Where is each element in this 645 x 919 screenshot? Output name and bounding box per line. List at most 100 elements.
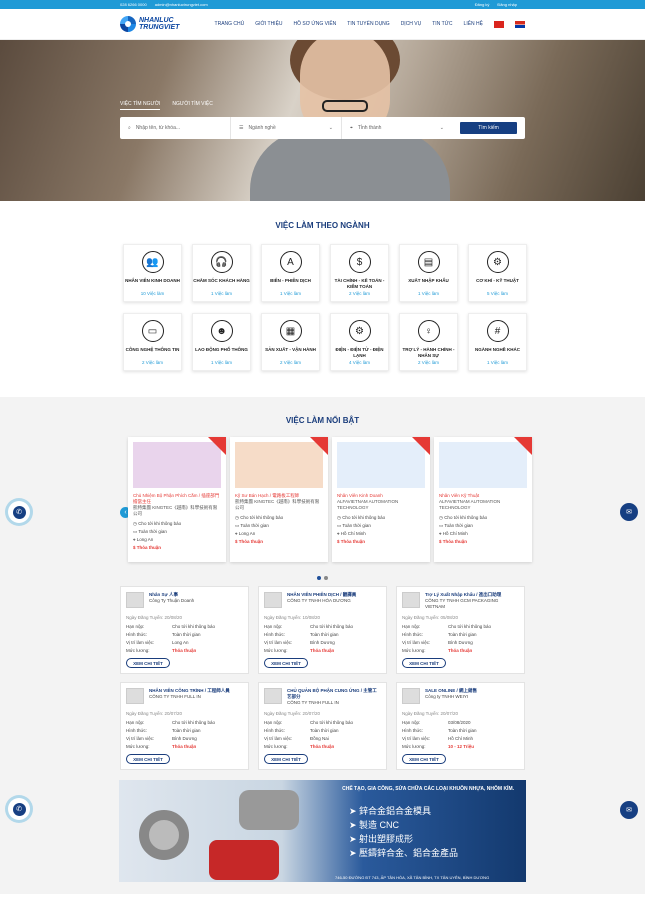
category-icon: ♀ <box>417 320 440 342</box>
company-name: Công Ty Thuận Doanh <box>149 598 195 603</box>
view-detail-button[interactable]: XEM CHI TIẾT <box>264 658 308 668</box>
chat-icon[interactable]: ✉ <box>620 503 638 521</box>
tab-employer[interactable]: VIỆC TÌM NGƯỜI <box>120 101 161 110</box>
category-icon: 🎧 <box>210 251 233 273</box>
menu-item-news[interactable]: TIN TỨC <box>432 21 452 27</box>
field-select[interactable]: ☰ Ngành nghề ⌄ <box>231 117 342 139</box>
place-row: Vị trí làm việc: Hồ Chí Minh <box>402 736 474 741</box>
category-card[interactable]: A BIÊN - PHIÊN DỊCH 1 Việc làm <box>261 244 320 302</box>
hero-photo-glasses <box>322 100 368 112</box>
view-detail-button[interactable]: XEM CHI TIẾT <box>264 754 308 764</box>
category-card[interactable]: ▦ SẢN XUẤT - VẬN HÀNH 2 Việc làm <box>261 313 320 371</box>
company-logo <box>264 592 282 608</box>
logo-line2: TRUNGVIET <box>139 24 180 31</box>
company-name: 凱特集團 KINGTEC《越南》科學技術有限公司 <box>133 505 218 516</box>
category-count[interactable]: 2 Việc làm <box>400 360 457 365</box>
logo[interactable]: NHANLUC TRUNGVIET <box>120 16 179 32</box>
post-date: Ngày Đăng Tuyển: 20/08/20 <box>126 615 183 620</box>
featured-job-card[interactable]: Nhân Viên Kỹ Thuật ALFAVIETNAM AUTOMATIO… <box>434 437 532 562</box>
job-type: ▭ Toàn thời gian <box>439 523 473 528</box>
view-detail-button[interactable]: XEM CHI TIẾT <box>126 754 170 764</box>
type-row: Hình thức: Toàn thời gian <box>264 632 339 637</box>
post-date: Ngày Đăng Tuyển: 20/07/20 <box>126 711 183 716</box>
category-card[interactable]: ▤ XUẤT NHẬP KHẨU 1 Việc làm <box>399 244 458 302</box>
hot-ribbon <box>208 437 226 455</box>
location-icon: ⌖ <box>350 125 353 131</box>
category-card[interactable]: ⚙ ĐIỆN - ĐIỆN TỬ - ĐIỆN LẠNH 4 Việc làm <box>330 313 389 371</box>
search-tabs: VIỆC TÌM NGƯỜI NGƯỜI TÌM VIỆC <box>120 101 213 110</box>
job-title[interactable]: Chủ Nhiệm Bộ Phận Phích Cắm / 插座部門擔當主任 <box>133 493 221 505</box>
carousel-dot[interactable] <box>317 576 321 580</box>
featured-carousel: ‹ › Chủ Nhiệm Bộ Phận Phích Cắm / 插座部門擔當… <box>120 437 532 564</box>
tab-jobseeker[interactable]: NGƯỜI TÌM VIỆC <box>172 101 212 110</box>
category-card[interactable]: # NGÀNH NGHỀ KHÁC 1 Việc làm <box>468 313 527 371</box>
phone-call-button[interactable]: ✆ <box>8 501 30 523</box>
view-detail-button[interactable]: XEM CHI TIẾT <box>126 658 170 668</box>
login-link[interactable]: Đăng nhập <box>497 2 517 7</box>
banner-address: 746-50 ĐƯỜNG ĐT 743, ẤP TÂN HÒA, XÃ TÂN … <box>335 875 490 880</box>
menu-item-home[interactable]: TRANG CHỦ <box>215 21 245 27</box>
featured-job-card[interactable]: Kỹ Sư Bán Hạch / 電路板工程師 凱特集團 KINGTEC《越南》… <box>230 437 328 562</box>
deadline-row: Hạn nộp: Cho tới khi thông báo <box>126 624 215 629</box>
featured-job-card[interactable]: Nhân Viên Kinh Doanh ALFAVIETNAM AUTOMAT… <box>332 437 430 562</box>
chat-icon[interactable]: ✉ <box>620 801 638 819</box>
category-card[interactable]: 🎧 CHĂM SÓC KHÁCH HÀNG 1 Việc làm <box>192 244 251 302</box>
featured-job-card[interactable]: Chủ Nhiệm Bộ Phận Phích Cắm / 插座部門擔當主任 凱… <box>128 437 226 562</box>
category-count[interactable]: 1 Việc làm <box>400 291 457 296</box>
menu-item-about[interactable]: GIỚI THIỆU <box>255 21 282 27</box>
menu-item-services[interactable]: DỊCH VỤ <box>401 21 422 27</box>
carousel-dot[interactable] <box>324 576 328 580</box>
category-card[interactable]: ☻ LAO ĐỘNG PHỔ THÔNG 1 Việc làm <box>192 313 251 371</box>
menu-item-candidates[interactable]: HỒ SƠ ỨNG VIÊN <box>294 21 337 27</box>
category-card[interactable]: 👥 NHÂN VIÊN KINH DOANH 10 Việc làm <box>123 244 182 302</box>
carousel-dots <box>0 576 645 580</box>
company-name: CÔNG TY TNHH GCM PACKAGING VIETNAM <box>425 598 499 609</box>
deadline: ◷ Cho tới khi thông báo <box>235 515 284 520</box>
salary-row: Mức lương: Thỏa thuận <box>264 648 335 653</box>
keyword-placeholder: Nhập tên, từ khóa... <box>135 125 181 131</box>
menu-item-contact[interactable]: LIÊN HỆ <box>464 21 483 27</box>
job-card: Nhân Sự 人事 Công Ty Thuận Doanh Ngày Đăng … <box>120 586 249 674</box>
view-detail-button[interactable]: XEM CHI TIẾT <box>402 754 446 764</box>
category-count[interactable]: 10 Việc làm <box>124 291 181 296</box>
category-card[interactable]: ♀ TRỢ LÝ - HÀNH CHÍNH - NHÂN SỰ 2 Việc làm <box>399 313 458 371</box>
phone-call-button[interactable]: ✆ <box>8 798 30 820</box>
menu-item-jobs[interactable]: TIN TUYỂN DỤNG <box>347 21 389 27</box>
category-icon: 👥 <box>141 251 164 273</box>
company-name: CÔNG TY TNHH FULL IN <box>287 700 339 705</box>
category-count[interactable]: 1 Việc làm <box>469 360 526 365</box>
category-card[interactable]: $ TÀI CHÍNH - KẾ TOÁN - KIỂM TOÁN 2 Việc l… <box>330 244 389 302</box>
banner-item: ➤ 製造 CNC <box>349 820 400 830</box>
job-card: SALE ONLINE / 網上銷售 Công ty TNHH WEIYI Ngà… <box>396 682 525 770</box>
category-count[interactable]: 4 Việc làm <box>331 360 388 365</box>
field-placeholder: Ngành nghề <box>248 125 276 131</box>
type-row: Hình thức: Toàn thời gian <box>402 632 477 637</box>
category-count[interactable]: 2 Việc làm <box>124 360 181 365</box>
type-row: Hình thức: Toàn thời gian <box>264 728 339 733</box>
type-row: Hình thức: Toàn thời gian <box>126 728 201 733</box>
keyword-field[interactable]: ⌕ Nhập tên, từ khóa... <box>120 117 231 139</box>
category-count[interactable]: 2 Việc làm <box>331 291 388 296</box>
category-name: CHĂM SÓC KHÁCH HÀNG <box>193 278 250 283</box>
view-detail-button[interactable]: XEM CHI TIẾT <box>402 658 446 668</box>
place-select[interactable]: ⌖ Tỉnh thành ⌄ <box>342 117 452 139</box>
deadline: ◷ Cho tới khi thông báo <box>337 515 386 520</box>
category-card[interactable]: ▭ CÔNG NGHỆ THÔNG TIN 2 Việc làm <box>123 313 182 371</box>
job-title[interactable]: CHỦ QUẢN BỘ PHẬN CUNG ỨNG / 主管工艺部分 <box>287 688 381 700</box>
ad-banner[interactable]: CHẾ TẠO, GIA CÔNG, SỬA CHỮA CÁC LOẠI KHU… <box>119 780 526 882</box>
category-count[interactable]: 1 Việc làm <box>193 291 250 296</box>
category-count[interactable]: 1 Việc làm <box>262 291 319 296</box>
category-count[interactable]: 1 Việc làm <box>193 360 250 365</box>
salary: $ Thỏa thuận <box>133 545 162 550</box>
product-image <box>209 840 279 880</box>
category-count[interactable]: 5 Việc làm <box>469 291 526 296</box>
taiwan-flag-icon[interactable] <box>515 20 525 28</box>
register-link[interactable]: Đăng ký <box>475 2 490 7</box>
category-count[interactable]: 2 Việc làm <box>262 360 319 365</box>
category-card[interactable]: ⚙ CƠ KHÍ - KỸ THUẬT 5 Việc làm <box>468 244 527 302</box>
search-button[interactable]: Tìm kiếm <box>460 122 517 134</box>
place-row: Vị trí làm việc: Bình Dương <box>402 640 473 645</box>
banner-item: ➤ 壓鑄鋅合金、鋁合金產品 <box>349 848 459 858</box>
vietnam-flag-icon[interactable] <box>494 20 504 28</box>
chevron-down-icon: ⌄ <box>328 125 333 131</box>
